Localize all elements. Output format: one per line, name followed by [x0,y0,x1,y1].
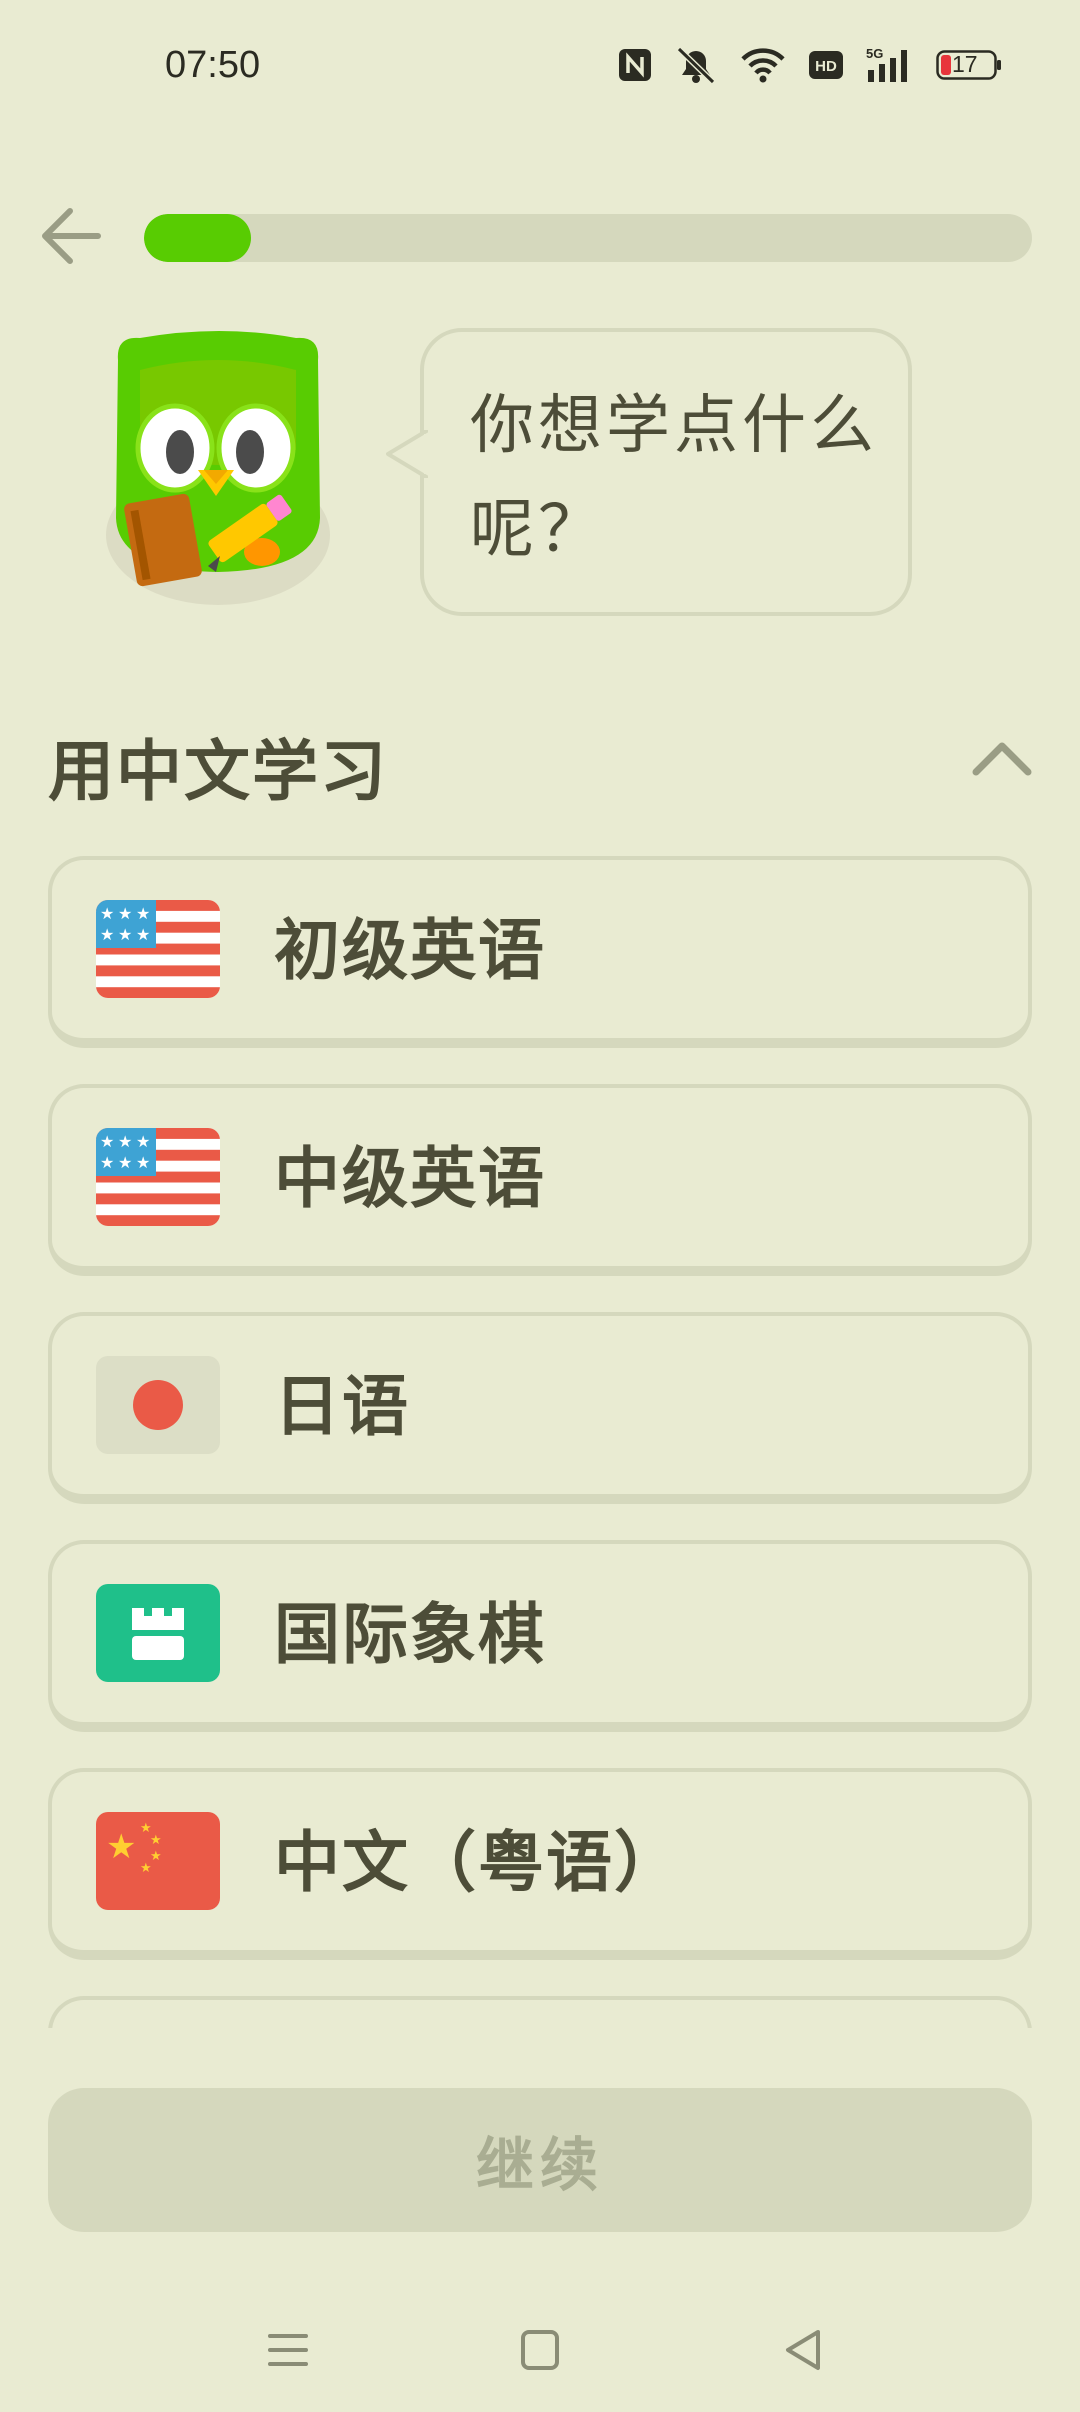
back-button[interactable] [38,203,104,269]
home-button[interactable] [510,2320,570,2380]
svg-text:★: ★ [100,1132,114,1151]
svg-text:★: ★ [150,1833,162,1848]
course-option-intermediate-english[interactable]: ★ ★ ★ ★ ★ ★ 中级英语 [48,1084,1032,1276]
menu-icon [268,2334,308,2366]
progress-bar [144,214,1032,262]
nfc-icon [619,49,651,81]
language-selection-screen: 07:50 HD 5G 17 你想学点什么呢？ 用中文学习 ★ ★ ★ ★ ★ … [0,0,1080,2412]
svg-text:★: ★ [106,1827,136,1867]
svg-text:★: ★ [100,925,114,944]
progress-fill [144,214,251,262]
svg-text:★: ★ [140,1861,152,1876]
china-flag: ★ ★ ★ ★ ★ [96,1812,220,1910]
course-label: 中级英语 [274,1140,546,1217]
wifi-icon [741,48,785,83]
us-flag: ★ ★ ★ ★ ★ ★ [96,900,220,998]
course-list: ★ ★ ★ ★ ★ ★ 初级英语 ★ ★ ★ ★ ★ ★ 中级英语 日语 国际象… [48,856,1032,2028]
svg-text:★: ★ [118,1132,132,1151]
section-title: 用中文学习 [48,733,388,810]
svg-text:★: ★ [118,904,132,923]
menu-button[interactable] [258,2320,318,2380]
question-text: 你想学点什么呢？ [470,389,878,567]
duo-owl-mascot [106,331,330,605]
svg-text:★: ★ [136,1153,150,1172]
speech-bubble-tail [386,430,428,478]
svg-text:5G: 5G [866,46,883,61]
svg-text:★: ★ [136,925,150,944]
course-option-japanese[interactable]: 日语 [48,1312,1032,1504]
speech-bubble: 你想学点什么呢？ [386,328,912,616]
battery-level: 17 [952,51,978,77]
chevron-up-icon [972,742,1032,776]
svg-text:★: ★ [136,904,150,923]
svg-text:★: ★ [118,925,132,944]
course-option-beginner-english[interactable]: ★ ★ ★ ★ ★ ★ 初级英语 [48,856,1032,1048]
course-label: 国际象棋 [274,1596,546,1673]
svg-text:HD: HD [815,58,837,75]
status-bar: 07:50 HD 5G 17 [0,0,1080,130]
mute-icon [676,46,716,84]
5g-signal-icon: 5G [866,46,907,82]
back-triangle-icon [786,2330,820,2370]
course-option-cantonese[interactable]: ★ ★ ★ ★ ★ 中文（粤语） [48,1768,1032,1960]
collapse-button[interactable] [970,728,1034,792]
status-icons: HD 5G 17 [618,46,1002,84]
us-flag: ★ ★ ★ ★ ★ ★ [96,1128,220,1226]
svg-text:★: ★ [136,1132,150,1151]
chess-rook-icon [96,1584,220,1682]
course-label: 中文（粤语） [274,1824,682,1901]
svg-text:★: ★ [118,1153,132,1172]
home-icon [521,2330,559,2370]
course-label: 初级英语 [274,912,546,989]
course-label: 日语 [274,1368,410,1445]
continue-button[interactable]: 继续 [48,2088,1032,2232]
system-nav-bar [0,2300,1080,2412]
battery-icon: 17 [936,50,1002,80]
course-option-chess[interactable]: 国际象棋 [48,1540,1032,1732]
arrow-left-icon [42,208,101,264]
course-option-partial[interactable] [48,1996,1032,2028]
status-time: 07:50 [165,44,261,86]
system-back-button[interactable] [774,2320,834,2380]
hd-icon: HD [809,51,843,79]
japan-flag [96,1356,220,1454]
svg-text:★: ★ [150,1849,162,1864]
svg-text:★: ★ [100,904,114,923]
svg-text:★: ★ [100,1153,114,1172]
